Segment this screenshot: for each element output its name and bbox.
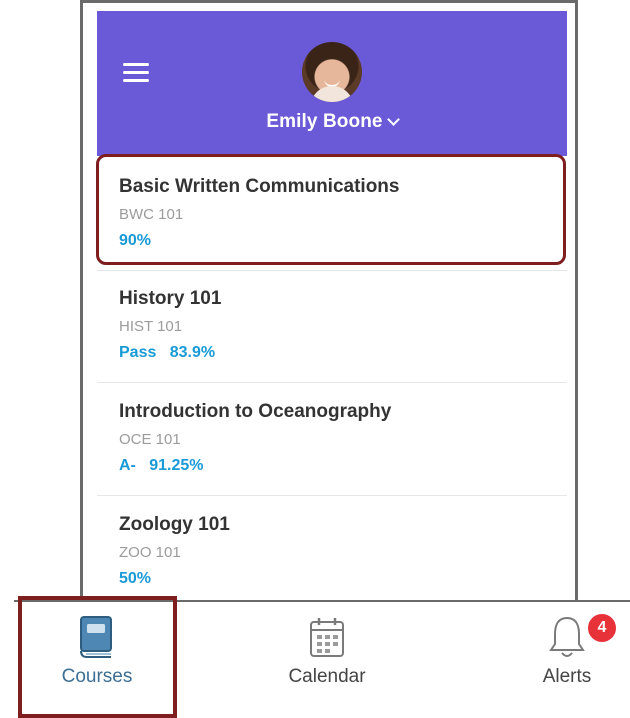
course-card[interactable]: Introduction to Oceanography OCE 101 A- …: [97, 384, 567, 496]
course-highlight-outline: [96, 154, 566, 265]
avatar[interactable]: [302, 42, 362, 102]
app-header: Emily Boone: [97, 11, 567, 156]
app-screen: Emily Boone Basic Written Communications…: [97, 11, 567, 607]
tab-calendar[interactable]: Calendar: [252, 602, 402, 718]
chevron-down-icon: [386, 113, 400, 126]
hamburger-menu-icon[interactable]: [123, 63, 149, 83]
tab-highlight-outline: [18, 596, 177, 718]
course-title: Zoology 101: [119, 514, 230, 535]
course-card[interactable]: History 101 HIST 101 Pass 83.9%: [97, 271, 567, 383]
tab-label: Calendar: [288, 666, 366, 687]
alerts-count-badge: 4: [586, 612, 618, 644]
course-grade: Pass 83.9%: [119, 344, 216, 361]
course-code: OCE 101: [119, 431, 181, 448]
phone-frame: Emily Boone Basic Written Communications…: [80, 0, 578, 610]
course-code: ZOO 101: [119, 544, 181, 561]
course-title: Introduction to Oceanography: [119, 401, 392, 422]
course-title: History 101: [119, 288, 222, 309]
bell-icon: [547, 614, 587, 665]
user-name-label: Emily Boone: [266, 111, 383, 132]
user-switcher[interactable]: Emily Boone: [97, 111, 567, 133]
calendar-icon: [307, 614, 347, 665]
course-code: HIST 101: [119, 318, 183, 335]
course-grade: 50%: [119, 570, 152, 587]
course-card[interactable]: Zoology 101 ZOO 101 50%: [97, 497, 567, 607]
tab-label: Alerts: [542, 666, 592, 687]
course-grade: A- 91.25%: [119, 457, 204, 474]
